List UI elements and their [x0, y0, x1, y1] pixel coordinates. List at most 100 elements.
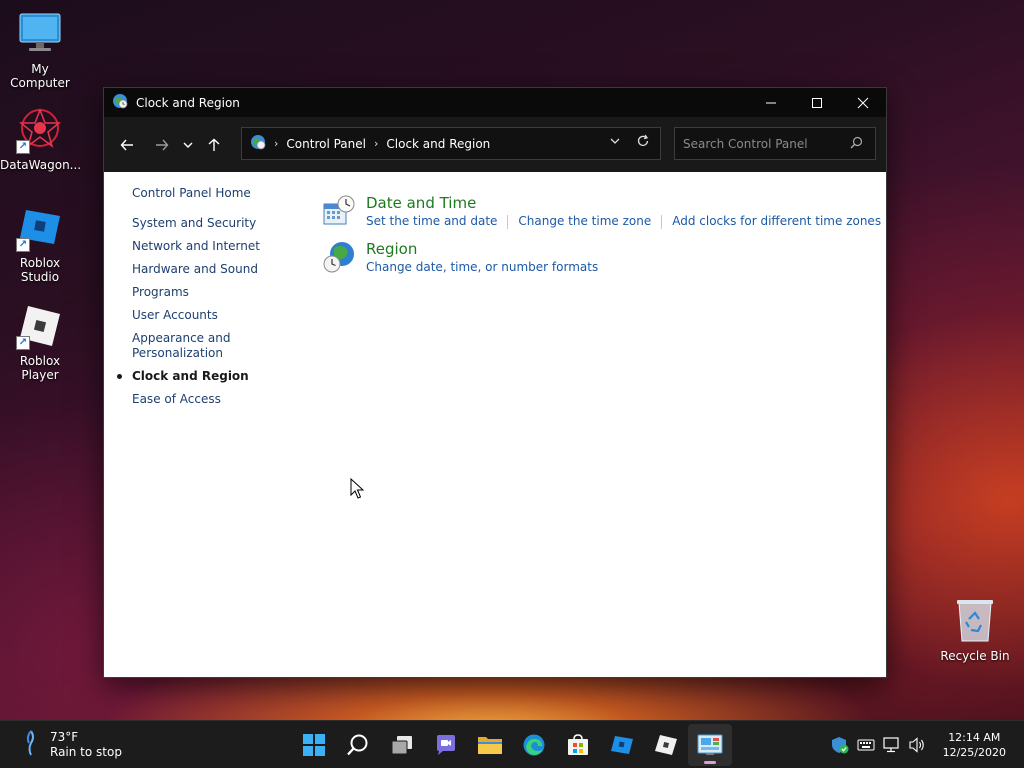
desktop-icon-recycle-bin[interactable]: Recycle Bin: [935, 597, 1015, 663]
network-tray-button[interactable]: [879, 737, 905, 753]
roblox-studio-icon: ↗: [16, 204, 64, 252]
weather-temp: 73°F: [50, 729, 79, 744]
chevron-down-icon: [183, 142, 193, 148]
refresh-button[interactable]: [636, 134, 650, 152]
desktop-icon-label: Roblox Player: [19, 354, 61, 382]
chat-button[interactable]: [424, 721, 468, 768]
address-bar[interactable]: › Control Panel › Clock and Region: [241, 127, 661, 160]
recent-locations-button[interactable]: [177, 130, 199, 160]
shortcut-arrow-icon: ↗: [16, 336, 30, 350]
desktop-icon-my-computer[interactable]: My Computer: [0, 10, 80, 90]
weather-desc: Rain to stop: [50, 744, 122, 759]
arrow-right-icon: [156, 139, 169, 150]
nav-ease-of-access[interactable]: Ease of Access: [132, 392, 292, 407]
address-dropdown-button[interactable]: [610, 136, 620, 149]
edge-button[interactable]: [512, 721, 556, 768]
nav-appearance-and-personalization[interactable]: Appearance and Personalization: [132, 331, 232, 361]
maximize-icon: [812, 97, 822, 108]
roblox-player-taskbar-button[interactable]: [644, 721, 688, 768]
roblox-player-icon: [655, 735, 677, 755]
desktop-icon-roblox-studio[interactable]: ↗ Roblox Studio: [0, 204, 80, 284]
minimize-icon: [766, 102, 776, 103]
security-icon: [831, 737, 849, 754]
start-button[interactable]: [292, 721, 336, 768]
arrow-up-icon: [208, 138, 220, 151]
category-date-and-time: Date and Time Set the time and date Chan…: [322, 194, 881, 229]
control-panel-taskbar-button[interactable]: [688, 724, 732, 766]
clock-region-icon: [112, 93, 128, 112]
close-button[interactable]: [840, 88, 886, 117]
recycle-bin-icon: [951, 597, 999, 645]
refresh-icon: [637, 134, 649, 146]
taskbar-search-button[interactable]: [336, 721, 380, 768]
file-explorer-icon: [478, 737, 502, 754]
clock-time: 12:14 AM: [948, 731, 1001, 744]
start-icon: [303, 734, 325, 756]
region-title[interactable]: Region: [366, 240, 598, 258]
navigation-bar: › Control Panel › Clock and Region: [104, 117, 886, 172]
close-icon: [857, 97, 869, 108]
roblox-player-icon: ↗: [16, 302, 64, 350]
calendar-clock-icon: [322, 194, 356, 228]
back-button[interactable]: [112, 130, 142, 160]
shortcut-arrow-icon: ↗: [16, 238, 30, 252]
volume-tray-button[interactable]: [905, 737, 931, 753]
control-panel-home-link[interactable]: Control Panel Home: [132, 186, 292, 200]
desktop-icon-label: DataWagon...: [0, 158, 82, 172]
search-box[interactable]: [674, 127, 876, 160]
umbrella-icon: [22, 729, 40, 760]
task-view-button[interactable]: [380, 721, 424, 768]
desktop-icon-label: My Computer: [10, 62, 70, 90]
system-tray: 12:14 AM 12/25/2020: [827, 721, 1024, 768]
search-input[interactable]: [683, 136, 843, 151]
minimize-button[interactable]: [748, 88, 794, 117]
change-time-zone-link[interactable]: Change the time zone: [518, 214, 651, 229]
control-panel-window: Clock and Region › Control Panel › Clock…: [103, 87, 887, 678]
search-icon[interactable]: [850, 136, 863, 152]
desktop-icon-label: Roblox Studio: [19, 256, 61, 284]
link-divider: [661, 215, 663, 229]
chat-icon: [437, 735, 455, 755]
globe-clock-icon: [322, 240, 356, 274]
change-formats-link[interactable]: Change date, time, or number formats: [366, 260, 598, 274]
task-view-icon: [391, 736, 412, 755]
maximize-button[interactable]: [794, 88, 840, 117]
mouse-cursor-icon: [350, 477, 365, 503]
date-and-time-title[interactable]: Date and Time: [366, 194, 881, 212]
taskbar-apps: [292, 721, 732, 768]
roblox-studio-taskbar-button[interactable]: [600, 721, 644, 768]
nav-clock-and-region[interactable]: Clock and Region: [117, 369, 292, 384]
left-navigation: Control Panel Home System and Security N…: [117, 186, 292, 415]
desktop-icon-roblox-player[interactable]: ↗ Roblox Player: [0, 302, 80, 382]
breadcrumb-control-panel[interactable]: Control Panel: [286, 137, 366, 151]
chevron-down-icon: [610, 138, 620, 144]
window-title: Clock and Region: [136, 95, 240, 110]
desktop-icon-datawagon[interactable]: ↗ DataWagon...: [0, 106, 82, 172]
breadcrumb-separator-icon[interactable]: ›: [374, 137, 378, 150]
nav-user-accounts[interactable]: User Accounts: [132, 308, 292, 323]
keyboard-tray-button[interactable]: [853, 738, 879, 752]
up-button[interactable]: [199, 130, 229, 160]
breadcrumb-clock-and-region[interactable]: Clock and Region: [386, 137, 490, 151]
nav-system-and-security[interactable]: System and Security: [132, 216, 292, 231]
taskbar: 73°F Rain to stop 12:14 AM 12/25/2020: [0, 720, 1024, 768]
breadcrumb-separator-icon: ›: [274, 137, 279, 150]
search-icon: [347, 734, 368, 756]
forward-button[interactable]: [147, 130, 177, 160]
add-clocks-link[interactable]: Add clocks for different time zones: [672, 214, 881, 229]
control-panel-icon: [697, 734, 723, 755]
weather-widget[interactable]: 73°F Rain to stop: [22, 729, 122, 760]
keyboard-icon: [857, 739, 875, 751]
file-explorer-button[interactable]: [468, 721, 512, 768]
store-button[interactable]: [556, 721, 600, 768]
content-area: Control Panel Home System and Security N…: [104, 172, 886, 677]
security-tray-button[interactable]: [827, 736, 853, 754]
nav-programs[interactable]: Programs: [132, 285, 292, 300]
title-bar[interactable]: Clock and Region: [104, 88, 886, 117]
nav-network-and-internet[interactable]: Network and Internet: [132, 239, 292, 254]
nav-hardware-and-sound[interactable]: Hardware and Sound: [132, 262, 292, 277]
monitor-icon: [16, 10, 64, 58]
taskbar-clock[interactable]: 12:14 AM 12/25/2020: [943, 730, 1006, 760]
store-icon: [568, 734, 588, 755]
set-time-and-date-link[interactable]: Set the time and date: [366, 214, 497, 229]
